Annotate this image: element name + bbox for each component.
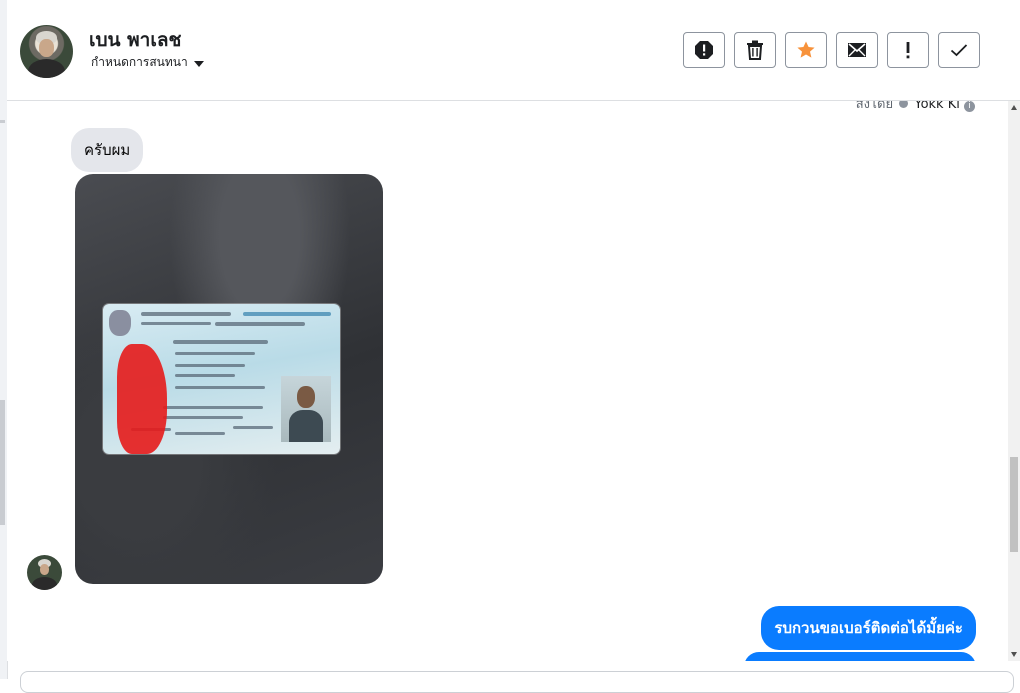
trash-icon <box>747 40 763 60</box>
sent-by-label: ส่งโดย Yokk Ki i <box>856 101 975 114</box>
alert-circle-icon <box>695 41 713 59</box>
left-panel-marker <box>0 120 5 123</box>
contact-avatar[interactable] <box>20 25 73 78</box>
mark-unread-button[interactable] <box>836 32 878 68</box>
message-image-id-card[interactable] <box>75 174 383 584</box>
scroll-up-icon[interactable] <box>1011 105 1017 110</box>
delete-button[interactable] <box>734 32 776 68</box>
conversation-header: เบน พาเลช กำหนดการสนทนา <box>7 0 1020 101</box>
check-icon <box>950 44 968 57</box>
caret-down-icon <box>193 60 204 67</box>
sent-by-prefix: ส่งโดย <box>855 101 894 112</box>
scroll-down-icon[interactable] <box>1011 652 1017 657</box>
follow-up-button[interactable] <box>887 32 929 68</box>
mark-spam-button[interactable] <box>683 32 725 68</box>
mark-done-button[interactable] <box>938 32 980 68</box>
message-bubble-outgoing[interactable]: รบกวนขอเบอร์ติดต่อได้มั้ยค่ะ <box>761 606 976 650</box>
id-card-photo <box>103 304 340 454</box>
message-composer[interactable] <box>20 671 1014 693</box>
assign-conversation-dropdown[interactable]: กำหนดการสนทนา <box>91 53 204 72</box>
contact-name[interactable]: เบน พาเลช <box>89 25 181 55</box>
info-icon[interactable]: i <box>964 101 975 112</box>
left-panel-scroll-hint <box>0 400 5 525</box>
message-thread[interactable]: ส่งโดย Yokk Ki i ครับผม รบกวนขอเบอร์ติดต… <box>7 101 1008 661</box>
sender-avatar[interactable] <box>27 555 62 590</box>
message-bubble-incoming[interactable]: ครับผม <box>71 128 144 172</box>
sent-by-name[interactable]: Yokk Ki <box>914 101 960 112</box>
exclamation-icon <box>906 42 910 59</box>
envelope-icon <box>848 43 866 57</box>
message-bubble-outgoing[interactable] <box>744 652 976 661</box>
conversation-actions <box>683 32 980 68</box>
scrollbar-thumb[interactable] <box>1010 457 1018 552</box>
star-icon <box>797 41 815 58</box>
star-button[interactable] <box>785 32 827 68</box>
assign-conversation-label: กำหนดการสนทนา <box>91 55 188 69</box>
page-icon <box>899 101 909 108</box>
thread-scrollbar[interactable] <box>1008 101 1020 661</box>
